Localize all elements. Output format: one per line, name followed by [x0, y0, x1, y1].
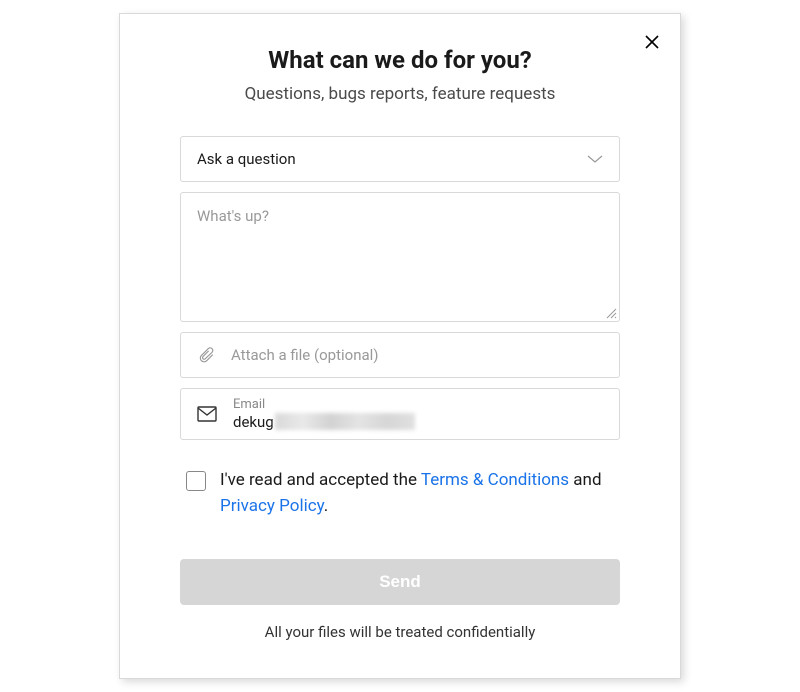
modal-header: What can we do for you? Questions, bugs …: [120, 32, 680, 104]
consent-middle: and: [569, 470, 601, 490]
topic-select[interactable]: Ask a question: [180, 136, 620, 182]
topic-selected-value: Ask a question: [197, 150, 296, 168]
email-content: Email dekug: [233, 397, 603, 431]
paperclip-icon: [197, 346, 215, 364]
message-textarea[interactable]: [181, 193, 619, 321]
email-label: Email: [233, 397, 603, 413]
modal-subtitle: Questions, bugs reports, feature request…: [160, 84, 640, 104]
contact-modal: What can we do for you? Questions, bugs …: [119, 13, 681, 679]
send-button[interactable]: Send: [180, 559, 620, 605]
consent-checkbox[interactable]: [186, 471, 206, 491]
email-redacted: [275, 413, 415, 430]
consent-prefix: I've read and accepted the: [220, 470, 421, 490]
terms-link[interactable]: Terms & Conditions: [421, 470, 569, 490]
consent-suffix: .: [324, 496, 328, 516]
privacy-link[interactable]: Privacy Policy: [220, 496, 324, 516]
contact-form: Ask a question Attach a file (optional): [120, 104, 680, 641]
chevron-down-icon: [587, 154, 603, 164]
attach-label: Attach a file (optional): [231, 346, 379, 364]
close-button[interactable]: [640, 30, 664, 54]
attach-file-button[interactable]: Attach a file (optional): [180, 332, 620, 378]
close-icon: [645, 35, 659, 49]
confidentiality-note: All your files will be treated confident…: [180, 623, 620, 641]
modal-title: What can we do for you?: [160, 46, 640, 74]
email-value: dekug: [233, 413, 274, 431]
consent-row: I've read and accepted the Terms & Condi…: [180, 450, 620, 519]
email-value-wrap: dekug: [233, 413, 603, 431]
message-field: [180, 192, 620, 322]
consent-text: I've read and accepted the Terms & Condi…: [220, 468, 614, 519]
email-field[interactable]: Email dekug: [180, 388, 620, 440]
envelope-icon: [197, 406, 217, 422]
